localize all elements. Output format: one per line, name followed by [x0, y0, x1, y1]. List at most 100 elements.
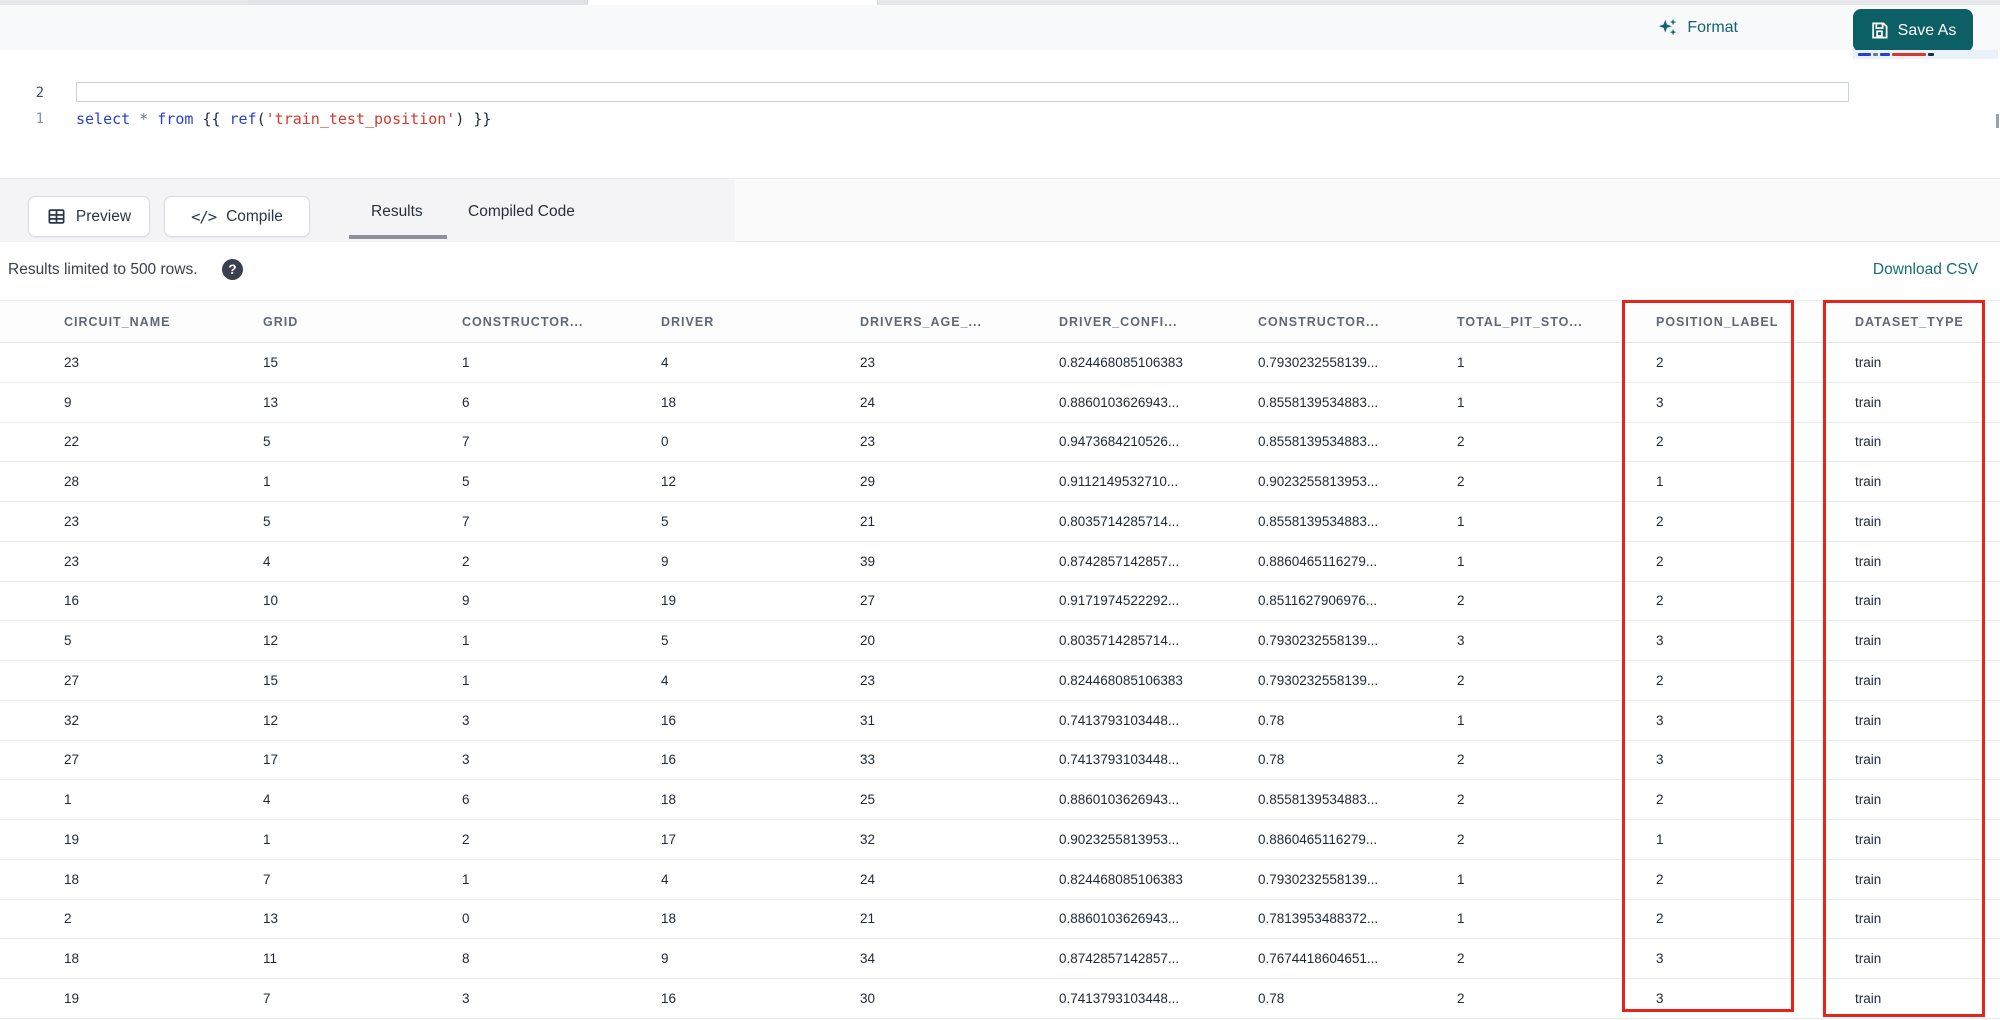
compile-button[interactable]: </> Compile	[164, 196, 310, 237]
table-cell: 0.78	[1258, 752, 1285, 768]
table-cell: 27	[860, 593, 876, 609]
table-cell: train	[1855, 672, 1882, 688]
table-cell: 4	[263, 553, 271, 569]
table-cell: 4	[661, 354, 669, 370]
table-cell: 0.9171974522292...	[1059, 593, 1180, 609]
sql-editor[interactable]: 1 select * from {{ ref('train_test_posit…	[0, 50, 2000, 178]
code-brackets-icon: </>	[191, 207, 217, 226]
table-cell: 3	[1656, 951, 1664, 967]
table-cell: 9	[64, 394, 72, 410]
table-cell: 0.7674418604651...	[1258, 951, 1379, 967]
table-cell: 5	[263, 513, 271, 529]
save-as-button[interactable]: Save As	[1853, 9, 1973, 52]
table-row: 23 15 1 4 23 0.824468085106383 0.7930232558139…	[0, 343, 2000, 383]
tab-results[interactable]: Results	[371, 203, 423, 221]
table-cell: 2	[1656, 593, 1664, 609]
table-cell: 0.8742857142857...	[1059, 553, 1180, 569]
preview-button-label: Preview	[75, 207, 132, 225]
table-cell: 3	[1656, 394, 1664, 410]
table-cell: 23	[64, 354, 80, 370]
format-button[interactable]: Format	[1657, 14, 1738, 42]
table-row: 23 4 2 9 39 0.8742857142857... 0.8860465116279…	[0, 542, 2000, 582]
table-cell: train	[1855, 434, 1882, 450]
table-cell: 0.7930232558139...	[1258, 633, 1379, 649]
table-cell: 1	[1457, 553, 1465, 569]
sparkles-icon	[1659, 18, 1677, 36]
table-cell: train	[1855, 633, 1882, 649]
table-cell: 8	[462, 951, 470, 967]
format-button-label: Format	[1687, 19, 1738, 36]
table-cell: 2	[1656, 354, 1664, 370]
table-row: 5 12 1 5 20 0.8035714285714... 0.7930232558139…	[0, 621, 2000, 661]
help-icon[interactable]: ?	[222, 259, 243, 280]
code-token: (	[256, 109, 266, 128]
table-cell: 0	[661, 434, 669, 450]
download-csv-link[interactable]: Download CSV	[1873, 261, 1978, 279]
results-panel-toolbar: Preview </> Compile Results Compiled Cod…	[0, 178, 2000, 242]
table-cell: 1	[1656, 831, 1664, 847]
table-cell: 0.9023255813953...	[1059, 831, 1180, 847]
table-cell: 18	[661, 792, 677, 808]
table-cell: 21	[860, 911, 876, 927]
table-cell: 3	[462, 752, 470, 768]
code-token: )	[455, 109, 474, 128]
table-cell: 28	[64, 474, 80, 490]
table-cell: 32	[64, 712, 80, 728]
table-cell: 0	[462, 911, 470, 927]
table-cell: 7	[462, 434, 470, 450]
table-row: 19 1 2 17 32 0.9023255813953... 0.886046511627…	[0, 820, 2000, 860]
table-cell: 3	[1656, 712, 1664, 728]
table-cell: 2	[64, 911, 72, 927]
table-cell: 0.8860465116279...	[1258, 831, 1378, 847]
table-cell: 6	[462, 394, 470, 410]
table-cell: 0.8860103626943...	[1059, 792, 1180, 808]
table-cell: 1	[1457, 712, 1465, 728]
table-cell: 0.8860465116279...	[1258, 553, 1378, 569]
table-cell: train	[1855, 513, 1882, 529]
table-cell: train	[1855, 474, 1882, 490]
table-cell: 0.7413793103448...	[1059, 752, 1180, 768]
table-cell: 19	[64, 990, 80, 1006]
editor-top-bar: Format Save As	[0, 5, 2000, 52]
results-info-bar: Results limited to 500 rows. ? Download …	[0, 242, 2000, 300]
table-cell: 0.8511627906976...	[1258, 593, 1378, 609]
table-cell: train	[1855, 752, 1882, 768]
table-cell: 24	[860, 871, 876, 887]
table-grid-icon	[48, 209, 65, 224]
table-cell: 30	[860, 990, 876, 1006]
column-header-driver: DRIVER	[661, 314, 715, 329]
preview-button[interactable]: Preview	[28, 196, 150, 237]
minimap-code-segment	[1928, 53, 1934, 56]
table-cell: 1	[1457, 871, 1465, 887]
table-cell: 0.7413793103448...	[1059, 990, 1180, 1006]
table-cell: train	[1855, 593, 1882, 609]
editor-minimap[interactable]	[1853, 50, 1998, 170]
table-cell: 9	[661, 951, 669, 967]
table-cell: train	[1855, 792, 1882, 808]
table-cell: 17	[263, 752, 279, 768]
save-as-button-label: Save As	[1897, 21, 1957, 39]
table-cell: train	[1855, 951, 1882, 967]
results-table: CIRCUIT_NAME GRID CONSTRUCTOR... DRIVER DRIV…	[0, 300, 2000, 1020]
table-cell: 0.824468085106383	[1059, 871, 1183, 887]
table-cell: 2	[1457, 434, 1465, 450]
table-cell: 18	[661, 394, 677, 410]
table-cell: 16	[661, 712, 677, 728]
table-cell: 12	[661, 474, 677, 490]
table-cell: 1	[1457, 354, 1465, 370]
table-cell: 5	[263, 434, 271, 450]
table-cell: 4	[263, 792, 271, 808]
column-header-dataset_type: DATASET_TYPE	[1855, 314, 1964, 329]
table-row: 18 11 8 9 34 0.8742857142857... 0.767441860465…	[0, 939, 2000, 979]
table-cell: 3	[1656, 633, 1664, 649]
table-cell: 15	[263, 354, 279, 370]
editor-scrollbar[interactable]	[1996, 114, 1999, 128]
table-cell: 2	[1656, 513, 1664, 529]
table-cell: 33	[860, 752, 876, 768]
tab-compiled-code[interactable]: Compiled Code	[468, 203, 575, 221]
table-cell: 24	[860, 394, 876, 410]
table-cell: 2	[1457, 474, 1465, 490]
table-cell: 0.7813953488372...	[1258, 911, 1379, 927]
